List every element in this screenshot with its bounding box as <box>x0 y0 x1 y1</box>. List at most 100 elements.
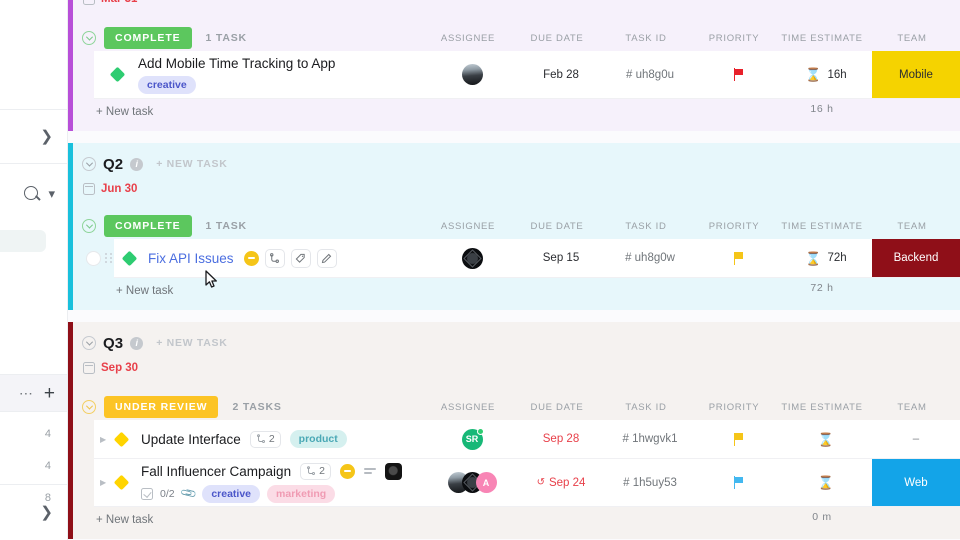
task-name[interactable]: Fall Influencer Campaign <box>141 464 291 479</box>
task-tag[interactable]: creative <box>202 484 261 503</box>
team-cell[interactable]: Backend <box>872 239 960 277</box>
status-circle-icon[interactable] <box>339 463 355 479</box>
subtask-count-badge[interactable]: 2 <box>249 430 281 448</box>
column-header-task-id[interactable]: TASK ID <box>600 221 692 232</box>
collapse-chevron-icon[interactable] <box>82 219 96 233</box>
sidebar-collapse-row[interactable]: ❯ <box>0 484 67 540</box>
status-badge[interactable]: COMPLETE <box>104 215 192 237</box>
assignee-cell[interactable] <box>426 239 518 277</box>
table-row[interactable]: ▶ Update Interface 2 product SR Sep 28 #… <box>94 420 960 459</box>
column-header-task-id[interactable]: TASK ID <box>600 402 692 413</box>
group-title[interactable]: Q3 <box>103 335 123 352</box>
sidebar-count-item[interactable]: 4 <box>0 418 67 450</box>
priority-cell[interactable] <box>696 420 780 458</box>
status-circle-icon[interactable] <box>243 250 259 266</box>
column-header-time-estimate[interactable]: TIME ESTIMATE <box>776 221 868 232</box>
collapse-chevron-icon[interactable] <box>82 336 96 350</box>
column-header-time-estimate[interactable]: TIME ESTIMATE <box>776 33 868 44</box>
info-icon[interactable]: i <box>130 336 144 350</box>
subtask-count-badge[interactable]: 2 <box>300 462 331 480</box>
avatar[interactable] <box>461 64 483 85</box>
chevron-down-icon[interactable]: ▾ <box>48 187 55 200</box>
group-due-date[interactable]: Sep 30 <box>101 362 138 374</box>
chevron-right-icon[interactable]: ❯ <box>40 129 53 144</box>
collapse-chevron-icon[interactable] <box>82 31 96 45</box>
priority-cell[interactable] <box>696 51 780 98</box>
edit-pencil-icon[interactable] <box>316 248 337 268</box>
column-header-assignee[interactable]: ASSIGNEE <box>422 402 514 413</box>
task-id-cell[interactable]: # uh8g0u <box>604 51 696 98</box>
expand-caret-icon[interactable]: ▶ <box>100 435 106 444</box>
task-tag[interactable]: creative <box>138 75 196 94</box>
tag-icon[interactable] <box>290 248 311 268</box>
column-header-due-date[interactable]: DUE DATE <box>514 402 600 413</box>
task-name-cell[interactable]: Fix API Issues <box>86 239 426 277</box>
add-new-task-link[interactable]: + NEW TASK <box>156 158 227 170</box>
due-date-cell[interactable]: Feb 28 <box>518 51 604 98</box>
sidebar-actions-row[interactable]: ⋯ + <box>0 374 67 412</box>
collapse-chevron-icon[interactable] <box>82 400 96 414</box>
column-header-assignee[interactable]: ASSIGNEE <box>422 221 514 232</box>
assignee-cell[interactable]: SR <box>426 420 518 458</box>
column-header-task-id[interactable]: TASK ID <box>600 33 692 44</box>
add-new-task-link[interactable]: + NEW TASK <box>156 337 227 349</box>
table-row[interactable]: Fix API Issues Sep 15 # uh8g0w ⌛ 72h Bac… <box>86 239 960 278</box>
more-horizontal-icon[interactable]: ⋯ <box>19 386 34 400</box>
priority-cell[interactable] <box>696 239 780 277</box>
task-name-cell[interactable]: ▶ Update Interface 2 product <box>94 420 426 458</box>
task-complete-checkbox[interactable] <box>86 250 101 266</box>
column-header-priority[interactable]: PRIORITY <box>692 33 776 44</box>
column-header-due-date[interactable]: DUE DATE <box>514 33 600 44</box>
checklist-icon[interactable] <box>141 487 153 500</box>
due-date-cell[interactable]: Sep 15 <box>518 239 604 277</box>
sidebar-search-row[interactable]: ▾ <box>0 164 67 222</box>
column-header-team[interactable]: TEAM <box>868 402 956 413</box>
task-tag[interactable]: marketing <box>267 484 336 503</box>
priority-cell[interactable] <box>696 459 780 506</box>
avatar[interactable]: SR <box>461 427 484 450</box>
time-estimate-cell[interactable]: ⌛ <box>780 420 872 458</box>
task-id-cell[interactable]: # uh8g0w <box>604 239 696 277</box>
team-cell[interactable]: – <box>872 420 960 458</box>
expand-caret-icon[interactable]: ▶ <box>100 478 106 487</box>
sidebar-expand-row[interactable]: ❯ <box>0 110 67 164</box>
collapse-chevron-icon[interactable] <box>82 157 96 171</box>
due-date-cell[interactable]: ↺ Sep 24 <box>518 459 604 506</box>
time-estimate-cell[interactable]: ⌛ 72h <box>780 239 872 277</box>
status-badge[interactable]: UNDER REVIEW <box>104 396 219 418</box>
table-row[interactable]: Add Mobile Time Tracking to App creative… <box>94 51 960 99</box>
due-date-cell[interactable]: Sep 28 <box>518 420 604 458</box>
group-due-date[interactable]: Mar 31 <box>101 0 137 5</box>
table-row[interactable]: ▶ Fall Influencer Campaign 2 0/2 📎 creat… <box>94 459 960 507</box>
drag-handle-icon[interactable] <box>105 253 112 263</box>
sidebar-selected-pill[interactable] <box>0 222 67 274</box>
subtask-icon[interactable] <box>264 248 285 268</box>
assignee-cell[interactable] <box>426 51 518 98</box>
chevron-right-icon[interactable]: ❯ <box>40 505 53 520</box>
team-cell[interactable]: Mobile <box>872 51 960 98</box>
description-icon[interactable] <box>363 466 376 475</box>
task-name[interactable]: Add Mobile Time Tracking to App <box>138 56 335 71</box>
column-header-due-date[interactable]: DUE DATE <box>514 221 600 232</box>
status-badge[interactable]: COMPLETE <box>104 27 192 49</box>
info-icon[interactable]: i <box>130 157 144 171</box>
time-estimate-cell[interactable]: ⌛ 16h <box>780 51 872 98</box>
avatar[interactable]: A <box>475 472 497 493</box>
task-name[interactable]: Fix API Issues <box>148 251 234 266</box>
avatar-stack[interactable]: A <box>447 472 497 493</box>
task-name[interactable]: Update Interface <box>141 432 241 447</box>
group-title[interactable]: Q2 <box>103 156 123 173</box>
column-header-team[interactable]: TEAM <box>868 221 956 232</box>
task-name-cell[interactable]: Add Mobile Time Tracking to App creative <box>94 51 426 98</box>
column-header-priority[interactable]: PRIORITY <box>692 402 776 413</box>
attachment-thumbnail[interactable] <box>384 462 402 480</box>
time-estimate-cell[interactable]: ⌛ <box>780 459 872 506</box>
task-id-cell[interactable]: # 1hwgvk1 <box>604 420 696 458</box>
sidebar-count-item[interactable]: 4 <box>0 450 67 482</box>
column-header-priority[interactable]: PRIORITY <box>692 221 776 232</box>
column-header-team[interactable]: TEAM <box>868 33 956 44</box>
team-cell[interactable]: Web <box>872 459 960 506</box>
group-due-date[interactable]: Jun 30 <box>101 183 137 195</box>
search-icon[interactable] <box>24 186 39 200</box>
assignee-cell[interactable]: A <box>426 459 518 506</box>
